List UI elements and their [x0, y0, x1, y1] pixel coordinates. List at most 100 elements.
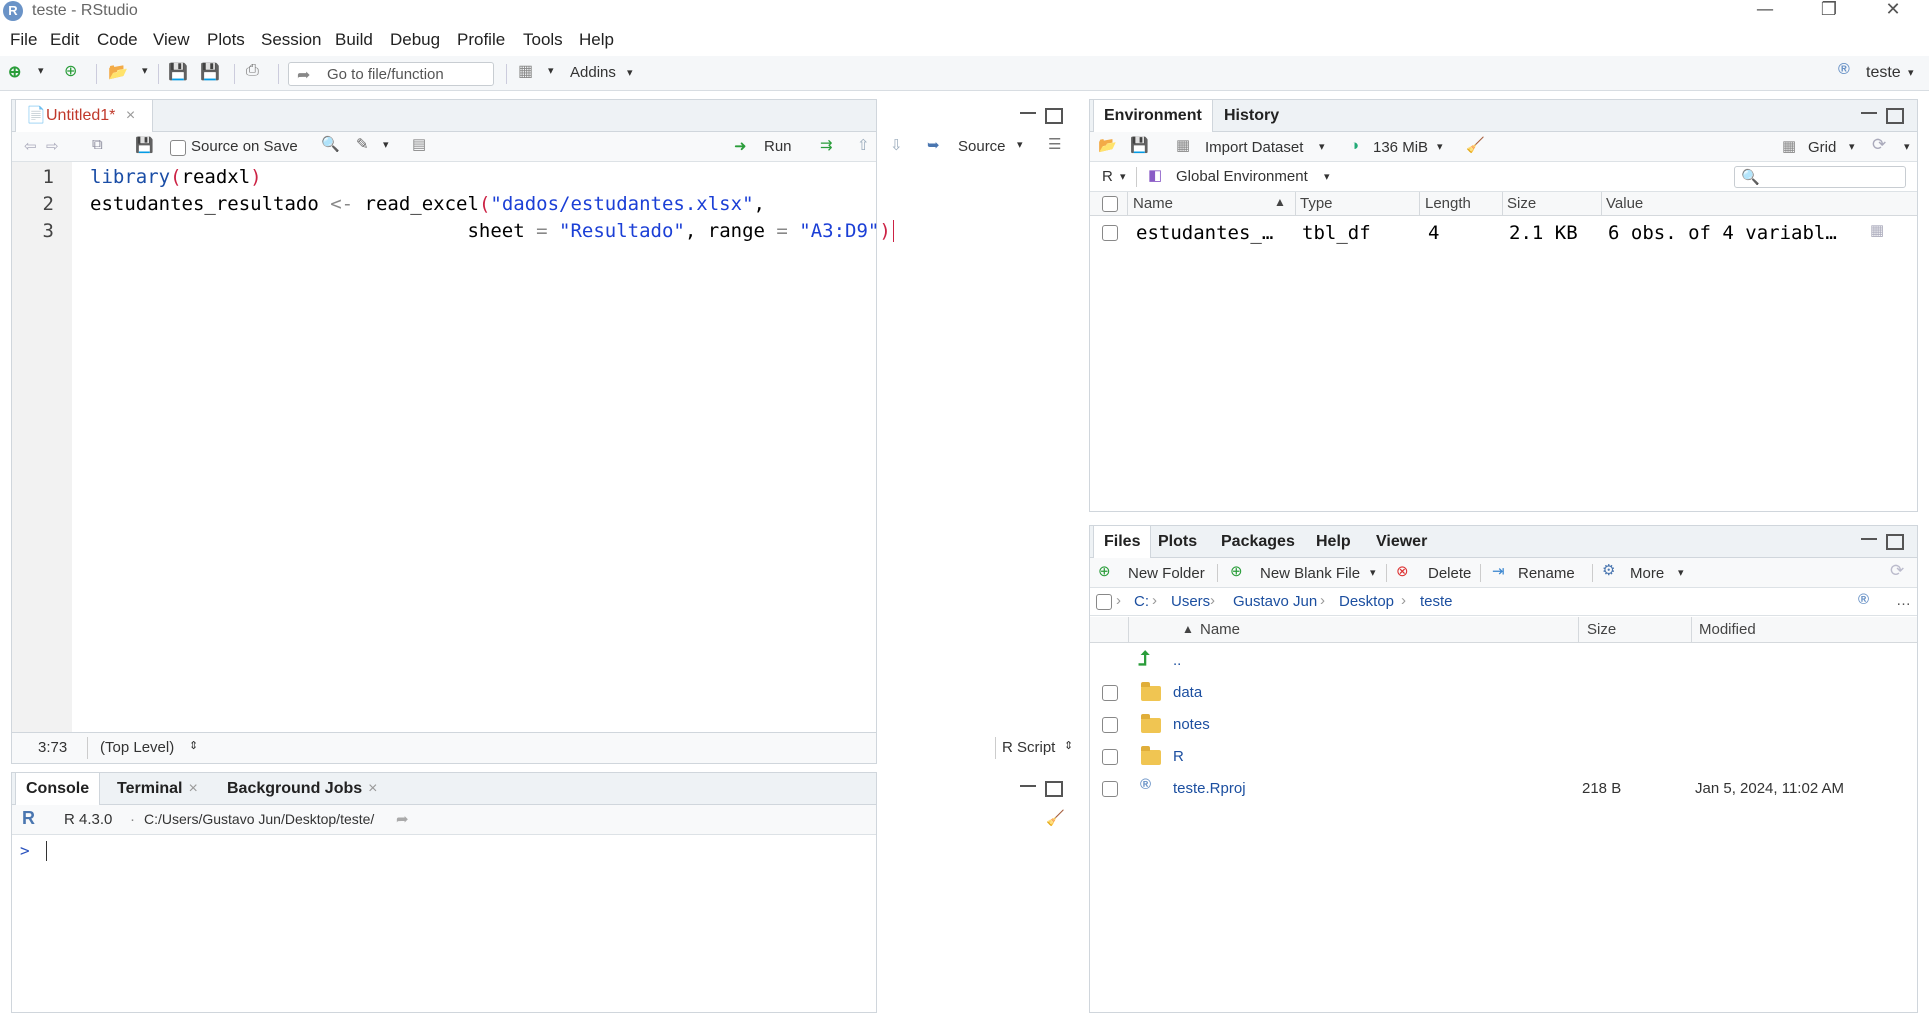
menu-tools[interactable]: Tools [523, 30, 563, 50]
file-name[interactable]: R [1173, 748, 1184, 765]
refresh-dropdown-icon[interactable]: ▾ [1904, 140, 1910, 153]
maximize-pane-icon[interactable] [1886, 108, 1904, 124]
close-button[interactable]: ✕ [1870, 0, 1916, 24]
file-name[interactable]: data [1173, 684, 1202, 701]
scope-selector[interactable]: (Top Level) [100, 739, 174, 756]
close-tab-icon[interactable]: × [368, 780, 377, 797]
save-workspace-icon[interactable]: 💾 [1130, 136, 1149, 154]
scope-dropdown-icon[interactable]: ⇕ [189, 739, 198, 752]
crumb-users[interactable]: Users [1171, 593, 1210, 610]
menu-file[interactable]: File [10, 30, 37, 50]
save-all-icon[interactable]: 💾 [200, 62, 220, 82]
addins-dropdown-icon[interactable]: ▾ [627, 66, 633, 79]
row-checkbox[interactable] [1102, 225, 1118, 241]
menu-view[interactable]: View [153, 30, 190, 50]
new-file-dropdown-icon[interactable]: ▾ [38, 64, 44, 77]
row-checkbox[interactable] [1102, 685, 1118, 701]
new-project-icon[interactable]: ⊕ [64, 61, 77, 81]
rerun-icon[interactable]: ⇉ [820, 136, 833, 154]
more-button[interactable]: More [1630, 565, 1664, 582]
view-data-icon[interactable]: ▦ [1870, 221, 1884, 239]
tab-packages[interactable]: Packages [1211, 526, 1305, 558]
minimize-pane-icon[interactable] [1861, 110, 1877, 114]
minimize-pane-icon[interactable] [1020, 110, 1036, 114]
language-selector[interactable]: R [1102, 168, 1113, 185]
find-icon[interactable]: 🔍 [321, 135, 340, 153]
go-up-icon[interactable]: ⇧ [857, 136, 870, 154]
compile-report-icon[interactable]: ▤ [412, 135, 426, 153]
select-all-checkbox[interactable] [1096, 594, 1112, 610]
col-name[interactable]: Name [1133, 195, 1173, 212]
memory-usage[interactable]: 136 MiB [1373, 139, 1428, 156]
select-all-checkbox[interactable] [1102, 196, 1118, 212]
tab-environment[interactable]: Environment [1093, 100, 1213, 132]
code-tools-dropdown-icon[interactable]: ▾ [383, 138, 389, 151]
tab-files[interactable]: Files [1093, 526, 1152, 558]
col-length[interactable]: Length [1425, 195, 1471, 212]
code-line-2[interactable]: estudantes_resultado <- read_excel("dado… [90, 193, 765, 215]
new-folder-button[interactable]: New Folder [1128, 565, 1205, 582]
list-item[interactable]: ® teste.Rproj 218 B Jan 5, 2024, 11:02 A… [1090, 773, 1917, 805]
maximize-pane-icon[interactable] [1045, 108, 1063, 124]
open-dropdown-icon[interactable]: ▾ [142, 64, 148, 77]
tab-terminal[interactable]: Terminal × [107, 773, 208, 805]
run-button[interactable]: Run [764, 138, 792, 155]
col-type[interactable]: Type [1300, 195, 1333, 212]
code-tools-icon[interactable]: ✎ [356, 135, 369, 153]
more-path-icon[interactable]: … [1896, 592, 1911, 609]
new-file-icon[interactable]: ⊕ [8, 62, 21, 82]
col-size[interactable]: Size [1507, 195, 1536, 212]
working-directory[interactable]: C:/Users/Gustavo Jun/Desktop/teste/ [144, 811, 374, 827]
col-value[interactable]: Value [1606, 195, 1643, 212]
menu-edit[interactable]: Edit [50, 30, 79, 50]
minimize-pane-icon[interactable] [1020, 783, 1036, 787]
menu-plots[interactable]: Plots [207, 30, 245, 50]
refresh-icon[interactable]: ⟳ [1872, 135, 1886, 155]
minimize-button[interactable]: — [1742, 0, 1788, 24]
new-blank-file-button[interactable]: New Blank File [1260, 565, 1360, 582]
go-to-directory-icon[interactable]: ➦ [396, 810, 409, 828]
project-menu[interactable]: teste [1866, 64, 1901, 82]
crumb-teste[interactable]: teste [1420, 593, 1453, 610]
clear-console-icon[interactable]: 🧹 [1046, 809, 1065, 827]
save-icon[interactable]: 💾 [168, 62, 188, 82]
grid-dropdown-icon[interactable]: ▾ [1849, 140, 1855, 153]
forward-icon[interactable]: ⇨ [46, 137, 59, 155]
environment-dropdown-icon[interactable]: ▾ [1324, 170, 1330, 183]
parent-dir-link[interactable]: .. [1173, 652, 1181, 669]
tab-history[interactable]: History [1214, 100, 1289, 132]
pane-layout-icon[interactable]: ▦ [518, 61, 533, 81]
crumb-drive[interactable]: C: [1134, 593, 1149, 610]
sort-ascending-icon[interactable]: ▲ [1182, 622, 1194, 636]
row-checkbox[interactable] [1102, 781, 1118, 797]
delete-button[interactable]: Delete [1428, 565, 1471, 582]
col-size[interactable]: Size [1587, 621, 1616, 638]
memory-dropdown-icon[interactable]: ▾ [1437, 140, 1443, 153]
go-to-project-icon[interactable]: ® [1858, 591, 1869, 608]
print-icon[interactable]: ⎙ [246, 62, 259, 80]
source-on-save-checkbox[interactable] [170, 140, 186, 156]
goto-file-input[interactable]: ➦ Go to file/function [288, 62, 494, 86]
minimize-pane-icon[interactable] [1861, 536, 1877, 540]
code-line-1[interactable]: library(readxl) [90, 166, 262, 188]
env-search-input[interactable]: 🔍 [1734, 166, 1906, 188]
tab-untitled1[interactable]: 📄 Untitled1* × [15, 100, 153, 132]
close-tab-icon[interactable]: × [189, 780, 198, 797]
open-file-icon[interactable]: 📂 [108, 62, 128, 82]
grid-view-button[interactable]: Grid [1808, 139, 1836, 156]
tab-help[interactable]: Help [1306, 526, 1361, 558]
tab-viewer[interactable]: Viewer [1366, 526, 1437, 558]
show-in-window-icon[interactable]: ⧉ [92, 136, 103, 153]
menu-session[interactable]: Session [261, 30, 321, 50]
file-type-selector[interactable]: R Script [1002, 739, 1055, 756]
save-file-icon[interactable]: 💾 [135, 136, 154, 154]
menu-debug[interactable]: Debug [390, 30, 440, 50]
file-type-dropdown-icon[interactable]: ⇕ [1064, 739, 1073, 752]
file-name[interactable]: notes [1173, 716, 1210, 733]
menu-build[interactable]: Build [335, 30, 373, 50]
rename-button[interactable]: Rename [1518, 565, 1575, 582]
back-icon[interactable]: ⇦ [24, 137, 37, 155]
table-row[interactable]: estudantes_… tbl_df 4 2.1 KB 6 obs. of 4… [1090, 218, 1917, 248]
tab-background-jobs[interactable]: Background Jobs × [217, 773, 387, 805]
import-dropdown-icon[interactable]: ▾ [1319, 140, 1325, 153]
